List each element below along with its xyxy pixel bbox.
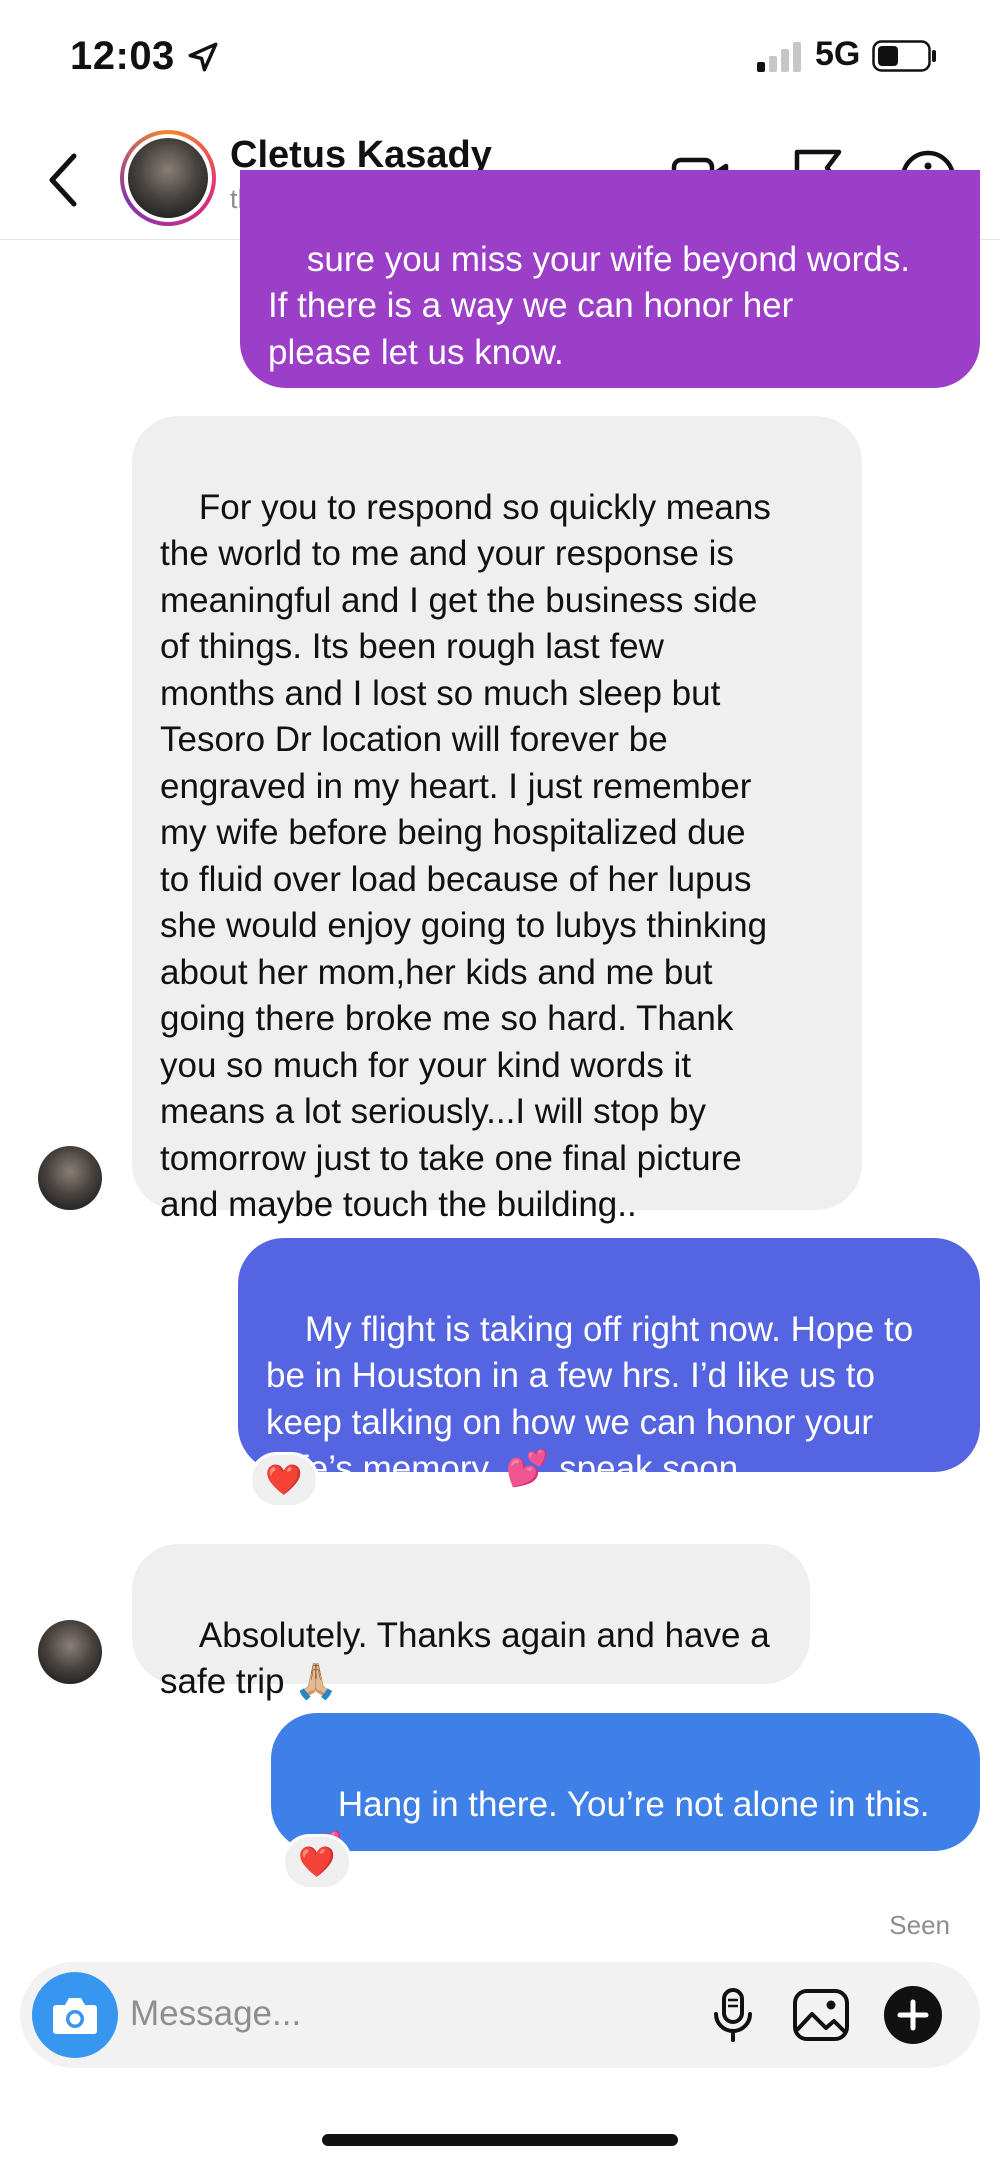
message-text: For you to respond so quickly means the … (160, 487, 771, 1225)
camera-icon (53, 1998, 97, 2034)
message-outgoing[interactable]: Hang in there. You’re not alone in this.… (271, 1713, 980, 1870)
message-text: sure you miss your wife beyond words. If… (268, 239, 910, 372)
battery-icon (872, 40, 936, 72)
message-outgoing[interactable]: My flight is taking off right now. Hope … (238, 1238, 980, 1488)
add-icon[interactable] (882, 1984, 944, 2046)
message-text: My flight is taking off right now. Hope … (266, 1309, 914, 1489)
message-text: Absolutely. Thanks again and have a safe… (160, 1615, 770, 1702)
location-arrow-icon (188, 42, 218, 72)
dm-screen: 12:03 5G Cletus Kasady the_undead_foodie… (0, 0, 1000, 2164)
network-type: 5G (815, 35, 861, 73)
gallery-icon[interactable] (790, 1984, 852, 2046)
heart-reaction[interactable]: ❤️ (282, 1834, 352, 1890)
sender-avatar[interactable] (38, 1146, 102, 1210)
message-composer (20, 1962, 980, 2068)
seen-indicator: Seen (889, 1910, 950, 1940)
cellular-signal-icon (757, 42, 801, 72)
microphone-icon[interactable] (702, 1984, 764, 2046)
message-input[interactable] (130, 1984, 690, 2044)
status-time: 12:03 (70, 34, 175, 78)
heart-reaction[interactable]: ❤️ (249, 1452, 319, 1508)
contact-avatar[interactable] (120, 130, 216, 226)
camera-button[interactable] (32, 1972, 118, 2058)
back-arrow-icon[interactable] (44, 150, 84, 210)
heart-icon: ❤️ (298, 1845, 336, 1879)
message-text: Hang in there. You’re not alone in this.… (299, 1784, 930, 1871)
message-incoming[interactable]: Absolutely. Thanks again and have a safe… (132, 1544, 810, 1701)
sender-avatar[interactable] (38, 1620, 102, 1684)
message-incoming[interactable]: For you to respond so quickly means the … (132, 416, 862, 1224)
heart-icon: ❤️ (265, 1463, 303, 1497)
home-indicator (322, 2134, 678, 2146)
message-outgoing[interactable]: sure you miss your wife beyond words. If… (240, 170, 980, 388)
